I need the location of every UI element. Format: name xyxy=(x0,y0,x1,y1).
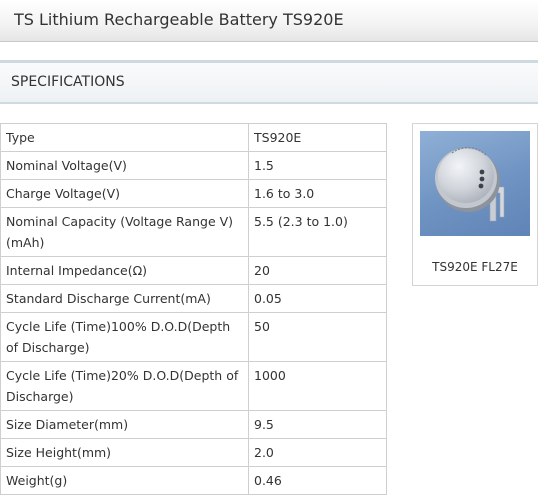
table-row: Size Height(mm) 2.0 xyxy=(0,438,387,467)
table-row: Type TS920E xyxy=(0,123,387,152)
spec-label: Nominal Voltage(V) xyxy=(0,151,249,180)
spec-label: Charge Voltage(V) xyxy=(0,179,249,208)
table-row: Nominal Capacity (Voltage Range V)(mAh) … xyxy=(0,207,387,257)
coin-battery-photo[interactable] xyxy=(420,131,530,236)
spec-value: 1.6 to 3.0 xyxy=(248,179,387,208)
spec-value: 2.0 xyxy=(248,438,387,467)
table-row: Charge Voltage(V) 1.6 to 3.0 xyxy=(0,179,387,208)
product-caption: TS920E FL27E xyxy=(432,260,518,274)
spec-value: 1.5 xyxy=(248,151,387,180)
title-bar: TS Lithium Rechargeable Battery TS920E xyxy=(0,0,538,42)
table-row: Weight(g) 0.46 xyxy=(0,466,387,495)
spec-value: 20 xyxy=(248,256,387,285)
spec-label: Cycle Life (Time)100% D.O.D(Depth of Dis… xyxy=(0,312,249,362)
table-row: Size Diameter(mm) 9.5 xyxy=(0,410,387,439)
table-row: Standard Discharge Current(mA) 0.05 xyxy=(0,284,387,313)
coin-battery-icon xyxy=(435,147,505,222)
spec-label: Cycle Life (Time)20% D.O.D(Depth of Disc… xyxy=(0,361,249,411)
section-heading: SPECIFICATIONS xyxy=(11,74,125,90)
spec-label: Size Diameter(mm) xyxy=(0,410,249,439)
spec-value: 50 xyxy=(248,312,387,362)
table-row: Cycle Life (Time)20% D.O.D(Depth of Disc… xyxy=(0,361,387,411)
spec-label: Standard Discharge Current(mA) xyxy=(0,284,249,313)
spec-label: Type xyxy=(0,123,249,152)
spec-value: 0.46 xyxy=(248,466,387,495)
spec-label: Size Height(mm) xyxy=(0,438,249,467)
spec-value: 5.5 (2.3 to 1.0) xyxy=(248,207,387,257)
spec-label: Weight(g) xyxy=(0,466,249,495)
product-card: TS920E FL27E xyxy=(412,123,538,286)
page-title: TS Lithium Rechargeable Battery TS920E xyxy=(14,10,344,29)
spec-label: Internal Impedance(Ω) xyxy=(0,256,249,285)
spec-value: TS920E xyxy=(248,123,387,152)
table-row: Cycle Life (Time)100% D.O.D(Depth of Dis… xyxy=(0,312,387,362)
section-header: SPECIFICATIONS xyxy=(0,60,538,104)
spec-value: 0.05 xyxy=(248,284,387,313)
table-row: Internal Impedance(Ω) 20 xyxy=(0,256,387,285)
spec-value: 1000 xyxy=(248,361,387,411)
table-row: Nominal Voltage(V) 1.5 xyxy=(0,151,387,180)
spec-label: Nominal Capacity (Voltage Range V)(mAh) xyxy=(0,207,249,257)
spec-value: 9.5 xyxy=(248,410,387,439)
specifications-table: Type TS920E Nominal Voltage(V) 1.5 Charg… xyxy=(0,123,387,495)
